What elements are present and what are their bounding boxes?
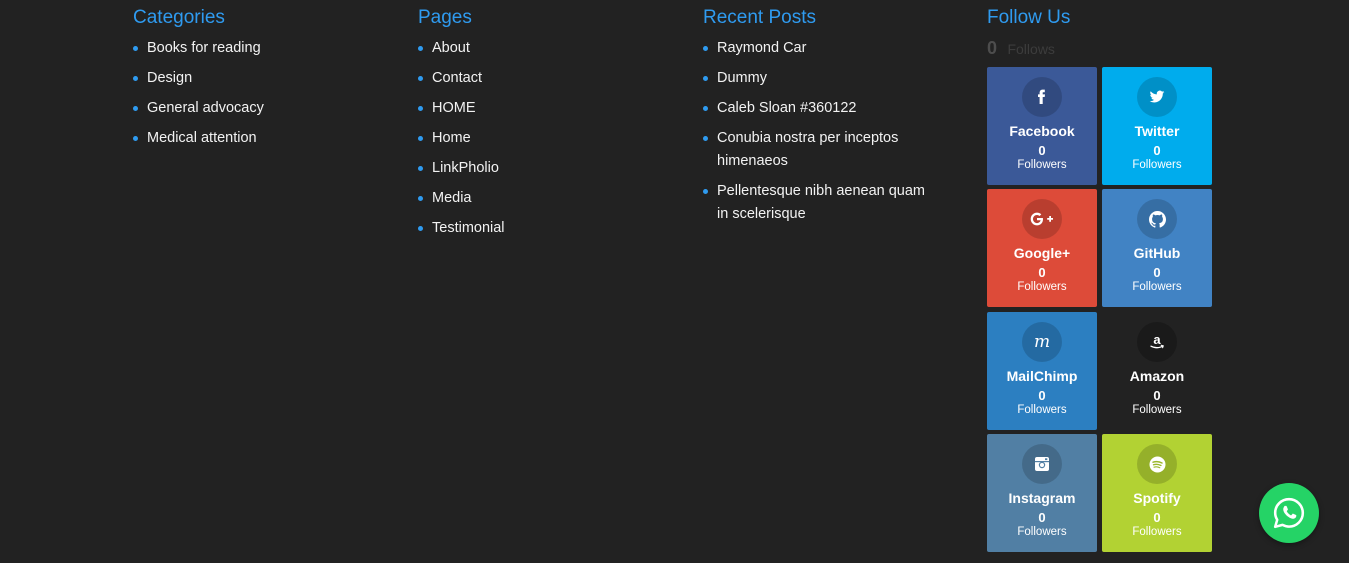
recent-post-link[interactable]: Pellentesque nibh aenean quam in sceleri… — [703, 180, 938, 226]
category-link[interactable]: General advocacy — [133, 97, 393, 120]
follow-us-widget: Follow Us 0 Follows — [987, 6, 1217, 60]
site-footer: Categories Books for reading Design Gene… — [0, 0, 1349, 563]
social-name: Instagram — [1008, 490, 1076, 506]
recent-posts-list: Raymond Car Dummy Caleb Sloan #360122 Co… — [703, 37, 938, 226]
social-label: Followers — [1132, 281, 1182, 293]
social-count: 0 — [1153, 388, 1161, 403]
social-name: Google+ — [1013, 245, 1071, 261]
social-name: GitHub — [1133, 245, 1181, 261]
page-link[interactable]: Media — [418, 187, 678, 210]
social-label: Followers — [1017, 526, 1067, 538]
social-tile-mailchimp[interactable]: m MailChimp 0 Followers — [987, 312, 1097, 430]
pages-title: Pages — [418, 7, 472, 28]
social-name: Facebook — [1009, 123, 1075, 139]
social-name: Amazon — [1129, 368, 1185, 384]
category-link[interactable]: Medical attention — [133, 127, 393, 150]
recent-post-link[interactable]: Raymond Car — [703, 37, 938, 60]
follows-total-label: Follows — [1007, 41, 1055, 57]
follows-total-count: 0 — [987, 38, 998, 58]
svg-text:a: a — [1153, 333, 1161, 347]
category-link[interactable]: Design — [133, 67, 393, 90]
google-plus-icon — [1022, 199, 1062, 239]
recent-posts-title: Recent Posts — [703, 7, 816, 28]
categories-widget: Categories Books for reading Design Gene… — [133, 6, 393, 157]
amazon-icon: a — [1137, 322, 1177, 362]
social-label: Followers — [1132, 404, 1182, 416]
social-count: 0 — [1038, 265, 1046, 280]
social-label: Followers — [1017, 159, 1067, 171]
social-label: Followers — [1017, 281, 1067, 293]
recent-post-link[interactable]: Dummy — [703, 67, 938, 90]
social-label: Followers — [1017, 404, 1067, 416]
social-name: Twitter — [1134, 123, 1180, 139]
facebook-icon — [1022, 77, 1062, 117]
social-tile-google-plus[interactable]: Google+ 0 Followers — [987, 189, 1097, 307]
recent-post-link[interactable]: Conubia nostra per inceptos himenaeos — [703, 127, 938, 173]
social-count: 0 — [1038, 143, 1046, 158]
page-link[interactable]: Testimonial — [418, 217, 678, 240]
social-count: 0 — [1153, 143, 1161, 158]
whatsapp-chat-button[interactable] — [1259, 483, 1319, 543]
github-icon — [1137, 199, 1177, 239]
social-tile-spotify[interactable]: Spotify 0 Followers — [1102, 434, 1212, 552]
social-count: 0 — [1153, 265, 1161, 280]
recent-posts-widget: Recent Posts Raymond Car Dummy Caleb Slo… — [703, 6, 938, 233]
page-link[interactable]: HOME — [418, 97, 678, 120]
social-name: MailChimp — [1006, 368, 1078, 384]
page-link[interactable]: Contact — [418, 67, 678, 90]
pages-widget: Pages About Contact HOME Home LinkPholio… — [418, 6, 678, 247]
social-tile-github[interactable]: GitHub 0 Followers — [1102, 189, 1212, 307]
categories-title: Categories — [133, 7, 225, 28]
social-tile-facebook[interactable]: Facebook 0 Followers — [987, 67, 1097, 185]
spotify-icon — [1137, 444, 1177, 484]
social-name: Spotify — [1133, 490, 1181, 506]
recent-post-link[interactable]: Caleb Sloan #360122 — [703, 97, 938, 120]
social-tile-instagram[interactable]: Instagram 0 Followers — [987, 434, 1097, 552]
social-tile-twitter[interactable]: Twitter 0 Followers — [1102, 67, 1212, 185]
social-count: 0 — [1038, 510, 1046, 525]
category-link[interactable]: Books for reading — [133, 37, 393, 60]
instagram-icon — [1022, 444, 1062, 484]
page-link[interactable]: LinkPholio — [418, 157, 678, 180]
social-count: 0 — [1038, 388, 1046, 403]
follow-us-title: Follow Us — [987, 7, 1071, 28]
categories-list: Books for reading Design General advocac… — [133, 37, 393, 150]
social-tile-amazon[interactable]: a Amazon 0 Followers — [1102, 312, 1212, 430]
follows-summary: 0 Follows — [987, 36, 1217, 60]
page-link[interactable]: About — [418, 37, 678, 60]
page-link[interactable]: Home — [418, 127, 678, 150]
social-label: Followers — [1132, 159, 1182, 171]
mailchimp-icon: m — [1022, 322, 1062, 362]
social-count: 0 — [1153, 510, 1161, 525]
social-label: Followers — [1132, 526, 1182, 538]
pages-list: About Contact HOME Home LinkPholio Media… — [418, 37, 678, 240]
twitter-icon — [1137, 77, 1177, 117]
whatsapp-icon — [1273, 497, 1305, 529]
